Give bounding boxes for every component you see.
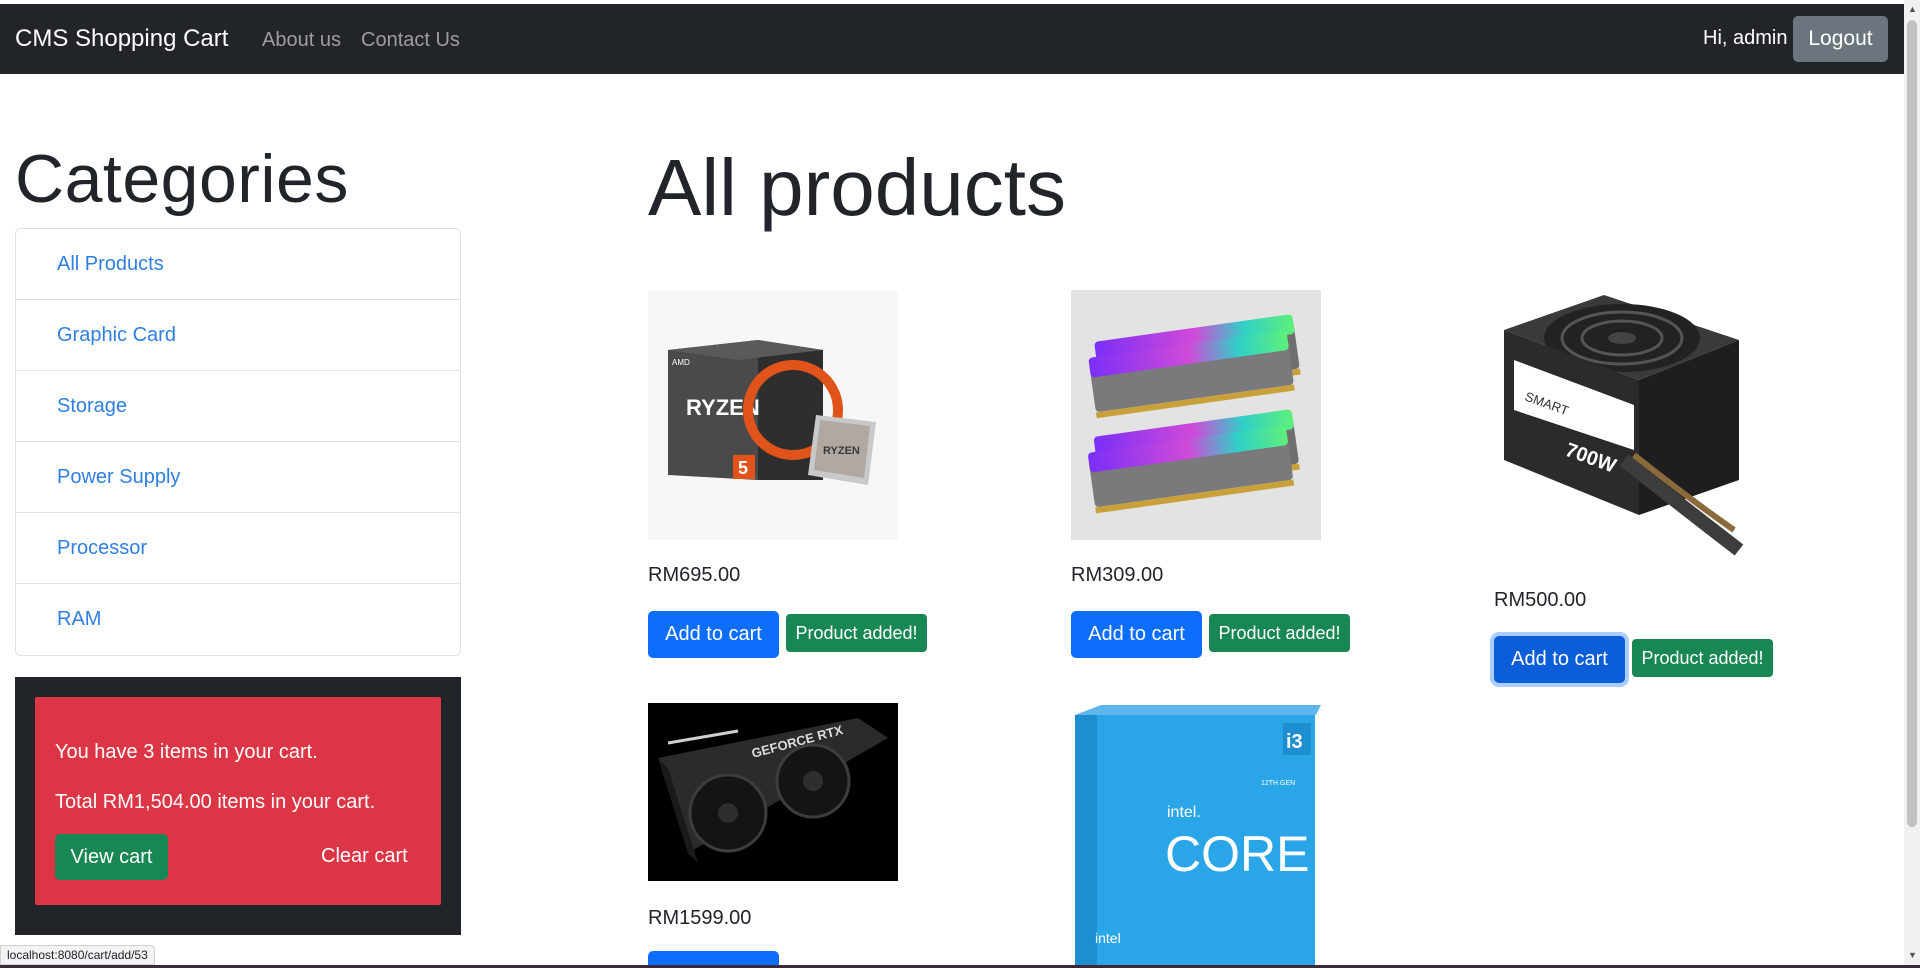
browser-status-url: localhost:8080/cart/add/53	[0, 945, 155, 965]
category-link[interactable]: All Products	[57, 253, 164, 276]
user-greeting: Hi, admin	[1703, 27, 1788, 49]
add-to-cart-button[interactable]: Add to cart	[1494, 636, 1625, 683]
product-price: RM500.00	[1494, 589, 1587, 611]
category-item-ram[interactable]: RAM	[16, 584, 460, 655]
svg-text:i3: i3	[1286, 731, 1303, 753]
product-added-badge: Product added!	[1209, 614, 1350, 652]
add-to-cart-button[interactable]: Add to cart	[648, 611, 779, 658]
brand-link[interactable]: CMS Shopping Cart	[15, 25, 228, 53]
product-price: RM309.00	[1071, 564, 1164, 586]
svg-text:intel.: intel.	[1167, 804, 1201, 821]
category-item-processor[interactable]: Processor	[16, 513, 460, 584]
svg-text:5: 5	[738, 458, 748, 478]
product-price: RM695.00	[648, 564, 741, 586]
category-link[interactable]: Processor	[57, 537, 147, 560]
cart-summary-panel: You have 3 items in your cart. Total RM1…	[15, 677, 461, 935]
navbar: CMS Shopping Cart About us Contact Us Hi…	[0, 4, 1904, 74]
geforce-rtx-graphic-card-image: GEFORCE RTX	[648, 703, 898, 881]
category-link[interactable]: Storage	[57, 395, 127, 418]
svg-text:AMD: AMD	[672, 358, 690, 367]
scroll-down-arrow-icon[interactable]: ▼	[1908, 950, 1917, 960]
category-list: All Products Graphic Card Storage Power …	[15, 228, 461, 656]
logout-button[interactable]: Logout	[1793, 16, 1888, 62]
product-added-badge: Product added!	[1632, 639, 1773, 677]
category-item-storage[interactable]: Storage	[16, 371, 460, 442]
vertical-scrollbar[interactable]: ▲ ▼	[1904, 0, 1920, 968]
700w-power-supply-image: SMART 700W	[1494, 290, 1744, 565]
add-to-cart-button[interactable]: Add to cart	[1071, 611, 1202, 658]
clear-cart-link[interactable]: Clear cart	[321, 845, 408, 868]
cart-summary-box: You have 3 items in your cart. Total RM1…	[35, 697, 441, 905]
amd-ryzen-5-processor-image: RYZEN AMD 5 RYZEN	[648, 290, 898, 540]
svg-text:intel: intel	[1095, 930, 1121, 946]
category-item-all-products[interactable]: All Products	[16, 229, 460, 300]
scrollbar-thumb[interactable]	[1907, 20, 1917, 827]
category-link[interactable]: RAM	[57, 608, 101, 631]
category-item-power-supply[interactable]: Power Supply	[16, 442, 460, 513]
nav-contact-us[interactable]: Contact Us	[361, 29, 460, 52]
categories-heading: Categories	[15, 141, 349, 217]
cart-item-count: You have 3 items in your cart.	[55, 741, 318, 763]
svg-text:CORE: CORE	[1165, 826, 1309, 882]
category-link[interactable]: Graphic Card	[57, 324, 176, 347]
cart-total: Total RM1,504.00 items in your cart.	[55, 791, 376, 813]
page-title: All products	[648, 143, 1066, 232]
product-price: RM1599.00	[648, 907, 752, 929]
scroll-up-arrow-icon[interactable]: ▲	[1908, 4, 1917, 14]
view-cart-button[interactable]: View cart	[55, 834, 168, 880]
category-link[interactable]: Power Supply	[57, 466, 180, 489]
svg-text:RYZEN: RYZEN	[823, 445, 860, 457]
category-item-graphic-card[interactable]: Graphic Card	[16, 300, 460, 371]
intel-core-i3-processor-image: i3 12TH GEN intel. CORE intel	[1071, 703, 1321, 965]
svg-text:12TH GEN: 12TH GEN	[1261, 780, 1295, 787]
nav-about-us[interactable]: About us	[262, 29, 341, 52]
rgb-ram-sticks-image	[1071, 290, 1321, 540]
product-added-badge: Product added!	[786, 614, 927, 652]
